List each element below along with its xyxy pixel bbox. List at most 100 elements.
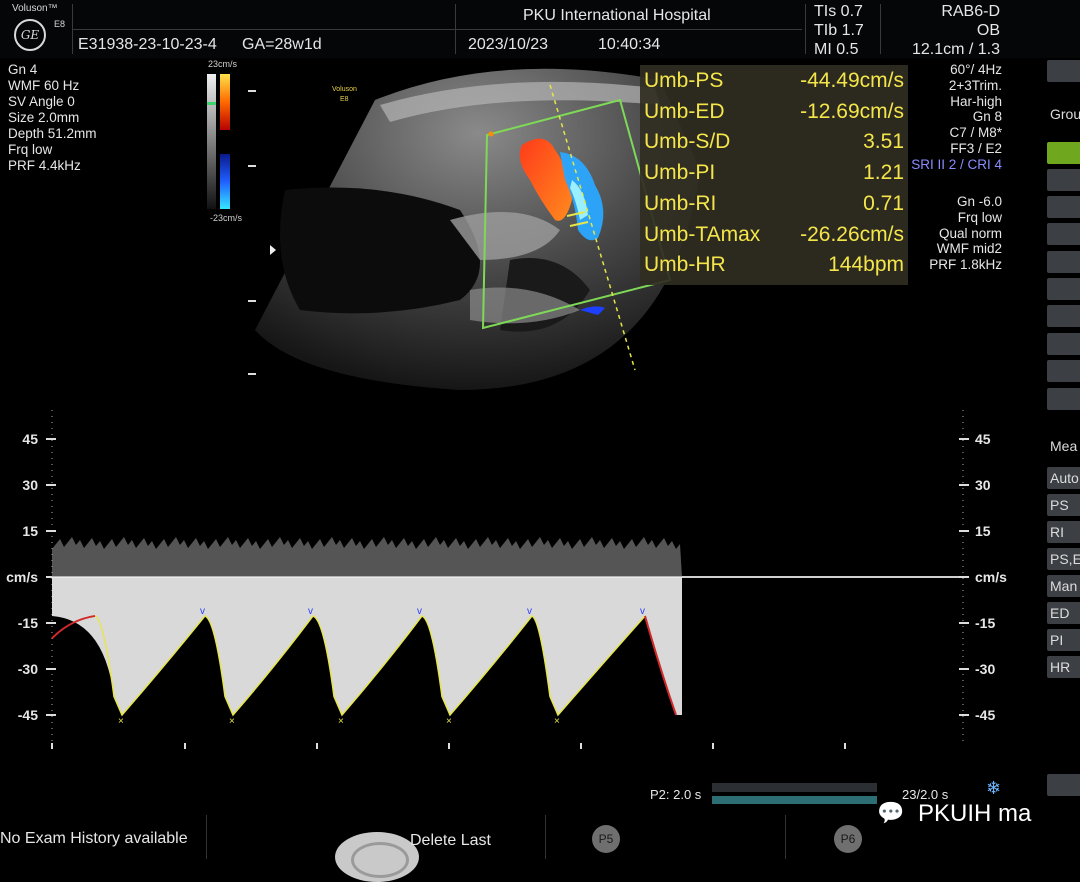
measure-ed-button[interactable]: ED: [1047, 602, 1080, 624]
measurement-row: Umb-S/D 3.51: [644, 128, 904, 158]
ge-logo-icon: GE: [14, 19, 46, 51]
param-color-wmf: WMF mid2: [936, 241, 1002, 257]
bmode-parameters: 60°/ 4Hz 2+3Trim. Har-high Gn 8 C7 / M8*…: [911, 62, 1002, 173]
param-color-prf: PRF 1.8kHz: [929, 257, 1002, 273]
p5-button[interactable]: P5: [592, 825, 620, 853]
param-prf: PRF 4.4kHz: [8, 158, 81, 173]
velocity-scale-right: 45 30 15 cm/s -15 -30 -45: [959, 410, 1007, 745]
cine-bar-top[interactable]: [712, 783, 877, 792]
ed-marker: v: [417, 606, 422, 617]
depth-tick: [248, 373, 256, 375]
param-quality: Qual norm: [938, 225, 1002, 241]
peak-marker: ×: [554, 716, 560, 727]
ed-marker: v: [308, 606, 313, 617]
freeze-icon[interactable]: ❄: [986, 778, 1001, 799]
group-label: Grou: [1050, 106, 1080, 122]
param-frequency: Frq low: [8, 142, 53, 157]
measure-ri-button[interactable]: RI: [1047, 521, 1080, 543]
measure-ps-ed-button[interactable]: PS,E: [1047, 548, 1080, 570]
param-sv-angle: SV Angle 0: [8, 94, 75, 109]
scale-label: -45: [975, 707, 995, 723]
measurement-value: 144bpm: [828, 253, 904, 276]
header-divider: [805, 4, 806, 54]
ed-marker: v: [200, 606, 205, 617]
brand-label: Voluson™: [12, 3, 58, 14]
bottom-divider: [206, 815, 207, 859]
measure-hr-button[interactable]: HR: [1047, 656, 1080, 678]
measure-manual-button[interactable]: Man: [1047, 575, 1080, 597]
ed-marker: v: [640, 606, 645, 617]
depth-tick: [248, 90, 256, 92]
gestational-age: GA=28w1d: [242, 36, 322, 53]
depth-tick: [248, 300, 256, 302]
scale-label: 45: [22, 431, 38, 447]
panel-button[interactable]: [1047, 169, 1080, 191]
doppler-parameters: Gn 4 WMF 60 Hz SV Angle 0 Size 2.0mm Dep…: [8, 62, 97, 174]
panel-button[interactable]: [1047, 388, 1080, 410]
scale-label: cm/s: [6, 569, 38, 585]
trackball-icon[interactable]: [335, 832, 419, 882]
header-line: [72, 29, 802, 30]
measurement-label: Umb-PI: [644, 161, 716, 184]
bottom-divider: [785, 815, 786, 859]
scale-label: cm/s: [975, 569, 1007, 585]
p6-button[interactable]: P6: [834, 825, 862, 853]
measure-ps-button[interactable]: PS: [1047, 494, 1080, 516]
param-depth: Depth 51.2mm: [8, 126, 97, 141]
cine-progress-bar[interactable]: [712, 796, 877, 804]
measurement-value: 0.71: [863, 192, 904, 215]
param-bmode-gain: Gn 8: [972, 109, 1002, 125]
panel-button[interactable]: [1047, 360, 1080, 382]
param-trimester: 2+3Trim.: [948, 77, 1002, 93]
panel-button[interactable]: [1047, 60, 1080, 82]
peak-marker: ×: [338, 716, 344, 727]
param-gain: Gn 4: [8, 62, 38, 77]
measurement-label: Umb-HR: [644, 253, 726, 276]
panel-button[interactable]: [1047, 333, 1080, 355]
measure-pi-button[interactable]: PI: [1047, 629, 1080, 651]
measurement-row: Umb-PS -44.49cm/s: [644, 67, 904, 97]
panel-button[interactable]: [1047, 251, 1080, 273]
voluson-logo: Voluson™ GE E8: [8, 2, 68, 54]
peak-marker: ×: [446, 716, 452, 727]
delete-last-button[interactable]: Delete Last: [410, 832, 491, 850]
param-color-frequency: Frq low: [957, 209, 1002, 225]
panel-button[interactable]: [1047, 774, 1080, 796]
measurement-row: Umb-TAmax -26.26cm/s: [644, 221, 904, 251]
measurement-value: -12.69cm/s: [800, 100, 904, 123]
mi-index: MI 0.5: [814, 41, 859, 58]
measurement-value: -26.26cm/s: [800, 223, 904, 246]
header-divider: [880, 4, 881, 54]
panel-button[interactable]: [1047, 278, 1080, 300]
scale-label: -15: [18, 615, 38, 631]
panel-button[interactable]: [1047, 196, 1080, 218]
measurement-label: Umb-RI: [644, 192, 717, 215]
measurement-value: -44.49cm/s: [800, 69, 904, 92]
peak-marker: ×: [118, 716, 124, 727]
param-harmonic: Har-high: [950, 93, 1002, 109]
panel-button[interactable]: [1047, 223, 1080, 245]
panel-button-active[interactable]: [1047, 142, 1080, 164]
time-axis-ticks: [51, 743, 846, 749]
wechat-icon: 💬: [877, 800, 905, 825]
spectral-waveform: × × × × × v v v v v: [51, 537, 682, 727]
measurement-row: Umb-HR 144bpm: [644, 251, 904, 281]
exam-date: 2023/10/23: [468, 36, 549, 53]
roi-corner-marker: [488, 131, 494, 137]
peak-marker: ×: [229, 716, 235, 727]
bottom-divider: [545, 815, 546, 859]
measure-auto-button[interactable]: Auto: [1047, 467, 1080, 489]
measurement-label: Umb-PS: [644, 69, 724, 92]
measurement-row: Umb-PI 1.21: [644, 159, 904, 189]
param-color-gain: Gn -6.0: [956, 194, 1002, 209]
doppler-spectrum: 453015cm/s-15-30-45 453015cm/s-15-30-45 …: [6, 410, 1007, 749]
header-bar: Voluson™ GE E8 PKU International Hospita…: [0, 0, 1080, 58]
tis-index: TIs 0.7: [814, 3, 863, 20]
scale-label: -15: [975, 615, 995, 631]
panel-button[interactable]: [1047, 305, 1080, 327]
depth-zoom: 12.1cm / 1.3: [911, 41, 1000, 58]
measure-label: Mea: [1050, 438, 1078, 454]
depth-tick: [248, 165, 256, 167]
measurement-row: Umb-RI 0.71: [644, 190, 904, 220]
spectral-envelope: [52, 577, 682, 715]
